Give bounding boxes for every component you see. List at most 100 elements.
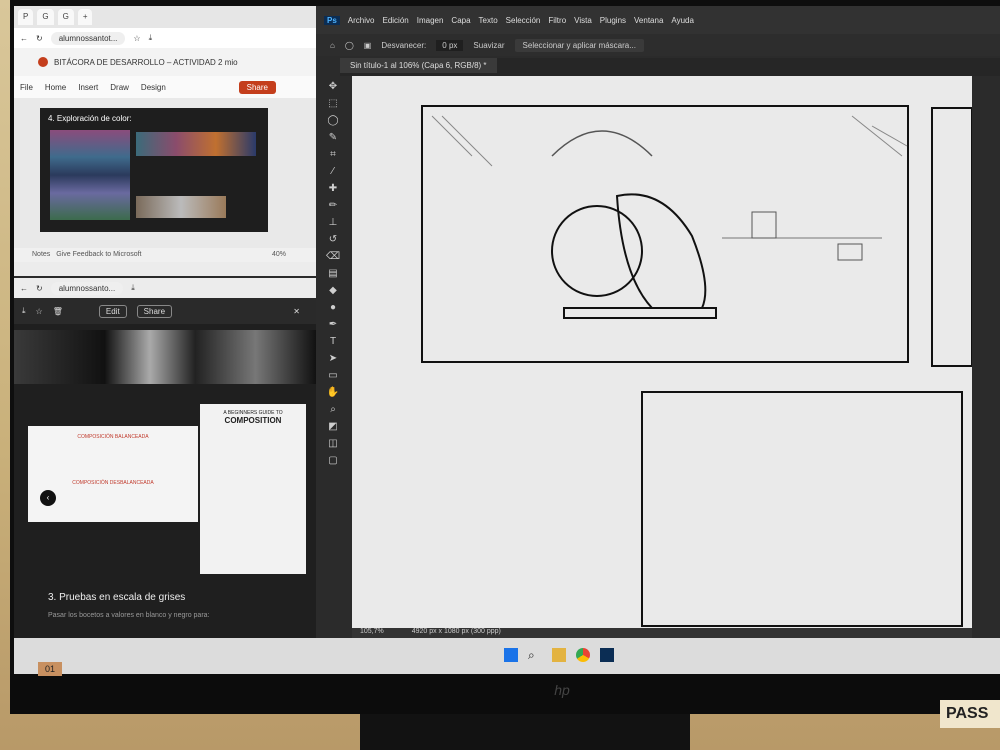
menu-home[interactable]: Home: [45, 83, 66, 92]
trash-icon[interactable]: 🗑: [53, 307, 63, 316]
menu-seleccion[interactable]: Selección: [506, 16, 541, 25]
gradient-tool-icon[interactable]: ▤: [326, 268, 340, 280]
guide-title-line2: COMPOSITION: [224, 416, 282, 425]
color-swatches-icon[interactable]: ◩: [326, 421, 340, 433]
menu-draw[interactable]: Draw: [110, 83, 129, 92]
menu-capa[interactable]: Capa: [451, 16, 470, 25]
monitor-chin: [10, 674, 1000, 714]
search-icon[interactable]: ⌕: [528, 648, 542, 662]
download-icon[interactable]: ⤓: [22, 306, 26, 316]
selection-mode-icon[interactable]: ▣: [364, 41, 372, 50]
windows-start-icon[interactable]: [504, 648, 518, 662]
menu-texto[interactable]: Texto: [479, 16, 498, 25]
menu-ventana[interactable]: Ventana: [634, 16, 663, 25]
feather-input[interactable]: 0 px: [436, 39, 464, 51]
browser-tab[interactable]: G: [57, 9, 74, 25]
eyedropper-icon[interactable]: ⁄: [326, 166, 340, 178]
doc-title[interactable]: BITÁCORA DE DESARROLLO – ACTIVIDAD 2 mio: [54, 58, 238, 67]
browser-tab[interactable]: G: [37, 9, 54, 25]
notes-button[interactable]: Notes: [32, 248, 50, 262]
new-tab-button[interactable]: +: [77, 9, 93, 25]
reload-icon[interactable]: ↻: [36, 34, 43, 43]
hand-tool-icon[interactable]: ✋: [326, 387, 340, 399]
doc-tab[interactable]: Sin título-1 al 106% (Capa 6, RGB/8) *: [340, 58, 497, 73]
menu-file[interactable]: File: [20, 83, 33, 92]
status-bar: Notes Give Feedback to Microsoft 40%: [14, 248, 316, 262]
lasso-tool-icon[interactable]: ◯: [345, 41, 354, 50]
menu-plugins[interactable]: Plugins: [600, 16, 626, 25]
doc-title-bar: BITÁCORA DE DESARROLLO – ACTIVIDAD 2 mio: [14, 48, 316, 76]
zoom-readout[interactable]: 105,7%: [360, 628, 384, 635]
share-button[interactable]: Share: [238, 80, 276, 94]
dodge-tool-icon[interactable]: ●: [326, 302, 340, 314]
slide[interactable]: 4. Exploración de color:: [40, 108, 268, 232]
screen-mode-icon[interactable]: ▢: [326, 455, 340, 467]
back-icon[interactable]: ←: [20, 34, 28, 43]
feedback-link[interactable]: Give Feedback to Microsoft: [56, 248, 141, 262]
path-select-icon[interactable]: ➤: [326, 353, 340, 365]
blur-tool-icon[interactable]: ◆: [326, 285, 340, 297]
sketch-dome: [615, 193, 707, 309]
download-icon[interactable]: ⤓: [131, 283, 135, 293]
powerpoint-icon: [38, 57, 48, 67]
menu-vista[interactable]: Vista: [574, 16, 592, 25]
zoom-level: 40%: [271, 251, 286, 258]
reference-images-row1: [136, 132, 256, 156]
menu-ayuda[interactable]: Ayuda: [671, 16, 694, 25]
healing-brush-icon[interactable]: ✚: [326, 183, 340, 195]
file-explorer-icon[interactable]: [552, 648, 566, 662]
menu-archivo[interactable]: Archivo: [348, 16, 375, 25]
ps-status-bar: 105,7% 4920 px x 1080 px (300 ppp): [352, 628, 972, 638]
chrome-icon[interactable]: [576, 648, 590, 662]
ps-canvas[interactable]: [352, 76, 973, 628]
menu-filtro[interactable]: Filtro: [548, 16, 566, 25]
select-mask-button[interactable]: Seleccionar y aplicar máscara...: [514, 38, 644, 52]
star-icon[interactable]: ☆: [133, 34, 140, 43]
menu-design[interactable]: Design: [141, 83, 166, 92]
ps-doc-tabbar: Sin título-1 al 106% (Capa 6, RGB/8) *: [340, 58, 1000, 76]
prev-arrow-icon[interactable]: ‹: [40, 490, 56, 506]
url-text[interactable]: alumnossantot...: [50, 31, 126, 45]
sketch-drawing: [421, 105, 973, 627]
ps-options-bar: ⌂ ◯ ▣ Desvanecer: 0 px Suavizar Seleccio…: [316, 34, 1000, 56]
zoom-tool-icon[interactable]: ⌕: [326, 404, 340, 416]
menu-edicion[interactable]: Edición: [382, 16, 408, 25]
history-brush-icon[interactable]: ↺: [326, 234, 340, 246]
composition-guide: A BEGINNERS GUIDE TO COMPOSITION: [200, 404, 306, 574]
menu-imagen[interactable]: Imagen: [417, 16, 444, 25]
address-bar[interactable]: ← ↻ alumnossantot... ☆ ⤓: [14, 28, 316, 48]
quick-mask-icon[interactable]: ◫: [326, 438, 340, 450]
sketch-arc: [551, 130, 653, 157]
brush-tool-icon[interactable]: ✏: [326, 200, 340, 212]
browser-tab[interactable]: P: [18, 9, 34, 25]
panel-frame-1: [421, 105, 909, 363]
menu-insert[interactable]: Insert: [78, 83, 98, 92]
quick-select-icon[interactable]: ✎: [326, 132, 340, 144]
address-bar-bottom[interactable]: ← ↻ alumnossanto... ⤓: [14, 278, 316, 298]
lasso-tool-icon[interactable]: ◯: [326, 115, 340, 127]
type-tool-icon[interactable]: T: [326, 336, 340, 348]
url-text[interactable]: alumnossanto...: [50, 281, 124, 295]
composition-slide[interactable]: COMPOSICIÓN BALANCEADA COMPOSICIÓN DESBA…: [28, 426, 198, 522]
back-icon[interactable]: ←: [20, 284, 28, 293]
unbalanced-label: COMPOSICIÓN DESBALANCEADA: [72, 480, 154, 486]
crop-tool-icon[interactable]: ⌗: [326, 149, 340, 161]
download-icon[interactable]: ⤓: [149, 33, 153, 43]
reload-icon[interactable]: ↻: [36, 284, 43, 293]
home-icon[interactable]: ⌂: [330, 41, 335, 50]
eraser-tool-icon[interactable]: ⌫: [326, 251, 340, 263]
viewer-toolbar: ⤓ ☆ 🗑 Edit Share ✕: [14, 298, 316, 324]
monitor-stand: [360, 714, 690, 750]
stamp-tool-icon[interactable]: ⊥: [326, 217, 340, 229]
close-icon[interactable]: ✕: [293, 307, 300, 316]
smooth-checkbox[interactable]: Suavizar: [473, 41, 504, 50]
edit-button[interactable]: Edit: [98, 304, 127, 318]
marquee-tool-icon[interactable]: ⬚: [326, 98, 340, 110]
sketch-sphere: [551, 205, 643, 297]
photoshop-taskbar-icon[interactable]: [600, 648, 614, 662]
move-tool-icon[interactable]: ✥: [326, 81, 340, 93]
share-button[interactable]: Share: [136, 304, 173, 318]
star-icon[interactable]: ☆: [36, 307, 43, 316]
shape-tool-icon[interactable]: ▭: [326, 370, 340, 382]
pen-tool-icon[interactable]: ✒: [326, 319, 340, 331]
